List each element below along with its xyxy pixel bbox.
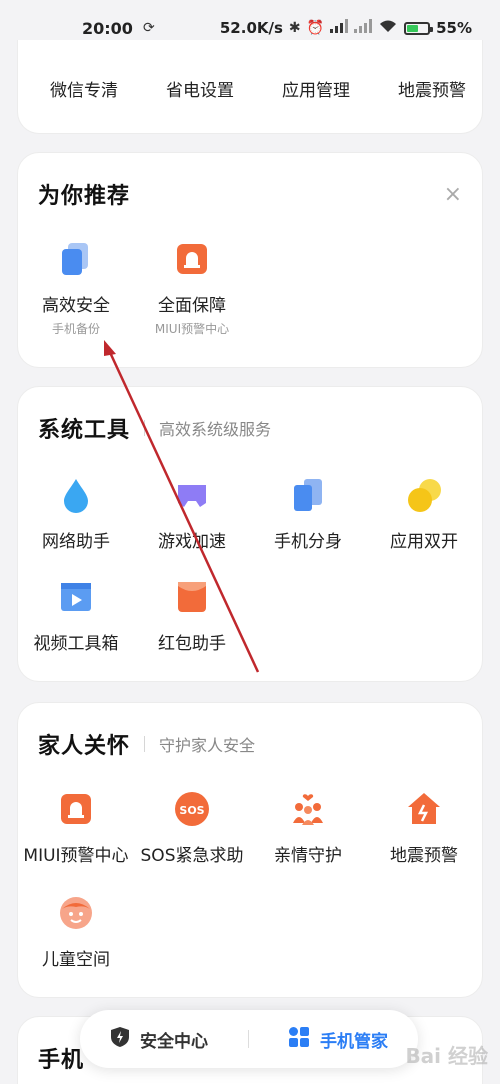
recommend-alert-center[interactable]: 全面保障 MIUI预警中心 — [134, 241, 250, 337]
gamepad-icon — [174, 477, 210, 513]
family-care-card: 家人关怀 守护家人安全 MIUI预警中心 SOS SOS紧急求助 亲情守护 地震… — [17, 702, 483, 998]
dual-apps-icon — [406, 477, 442, 513]
signal-icon-1 — [330, 19, 349, 37]
tool-network[interactable]: 网络助手 — [18, 477, 134, 552]
video-icon — [58, 579, 94, 615]
tool-red-packet-label: 红包助手 — [158, 634, 226, 654]
tool-network-label: 网络助手 — [42, 532, 110, 552]
clock: 20:00 — [82, 18, 133, 38]
quick-tool-apps[interactable]: 应用管理 — [258, 76, 374, 101]
sync-icon: ⟳ — [142, 20, 155, 36]
clone-icon — [290, 477, 326, 513]
recommend-title: 为你推荐 — [38, 184, 131, 209]
earthquake-icon — [406, 791, 442, 827]
alert-center-icon — [174, 241, 210, 277]
tool-clone-label: 手机分身 — [274, 532, 342, 552]
quick-tool-weixin[interactable]: 微信专清 — [26, 76, 142, 101]
bottom-nav: 安全中心 手机管家 — [80, 1010, 418, 1068]
family-earthquake-label: 地震预警 — [390, 846, 458, 866]
recommend-card: 为你推荐 × 高效安全 手机备份 全面保障 MIUI预警中心 — [17, 152, 483, 368]
close-icon[interactable]: × — [444, 182, 462, 207]
family-kids-space[interactable]: 儿童空间 — [18, 895, 134, 970]
recommend-backup-label: 高效安全 — [42, 296, 110, 316]
water-drop-icon — [58, 477, 94, 513]
phone-card-title: 手机 — [38, 1048, 85, 1073]
backup-icon — [58, 241, 94, 277]
recommend-alert-label: 全面保障 — [158, 296, 226, 316]
family-icon — [290, 791, 326, 827]
family-sos[interactable]: SOS SOS紧急求助 — [134, 791, 250, 866]
battery-percent: 55% — [436, 19, 472, 37]
tool-game-boost[interactable]: 游戏加速 — [134, 477, 250, 552]
recommend-alert-sub: MIUI预警中心 — [154, 322, 230, 336]
quick-tool-quake[interactable]: 地震预警 — [374, 76, 490, 101]
family-alert-center[interactable]: MIUI预警中心 — [18, 791, 134, 866]
family-guard-label: 亲情守护 — [274, 846, 342, 866]
system-tools-subtitle: 高效系统级服务 — [159, 420, 272, 439]
tool-dual-apps[interactable]: 应用双开 — [366, 477, 482, 552]
signal-icon-2 — [354, 19, 373, 37]
recommend-backup[interactable]: 高效安全 手机备份 — [18, 241, 134, 337]
system-tools-card: 系统工具 高效系统级服务 网络助手 游戏加速 手机分身 应用双开 视频工具箱 红… — [17, 386, 483, 682]
alarm-icon: ⏰ — [306, 20, 325, 36]
family-title: 家人关怀 — [38, 734, 131, 759]
family-sos-label: SOS紧急求助 — [140, 846, 244, 866]
system-tools-title: 系统工具 — [38, 418, 131, 443]
nav-security-center[interactable]: 安全中心 — [110, 1026, 208, 1053]
bluetooth-icon: ✱ — [288, 20, 301, 36]
shield-icon — [110, 1026, 130, 1053]
system-tools-header: 系统工具 高效系统级服务 — [18, 387, 482, 447]
quick-tool-power[interactable]: 省电设置 — [142, 76, 258, 101]
recommend-header: 为你推荐 × — [18, 153, 482, 213]
alert-center-icon — [58, 791, 94, 827]
watermark: Bai 经验 — [405, 1044, 488, 1068]
tool-clone[interactable]: 手机分身 — [250, 477, 366, 552]
family-guard[interactable]: 亲情守护 — [250, 791, 366, 866]
tool-game-label: 游戏加速 — [158, 532, 226, 552]
sos-icon-text: SOS — [179, 804, 204, 817]
family-header: 家人关怀 守护家人安全 — [18, 703, 482, 763]
family-subtitle: 守护家人安全 — [159, 736, 256, 755]
wifi-icon — [378, 19, 398, 37]
family-kids-label: 儿童空间 — [42, 950, 110, 970]
nav-divider — [247, 1030, 249, 1048]
tool-video-box[interactable]: 视频工具箱 — [18, 579, 134, 654]
family-alert-label: MIUI预警中心 — [23, 846, 129, 866]
tool-red-packet[interactable]: 红包助手 — [134, 579, 250, 654]
battery-fill — [407, 24, 419, 32]
nav-security-label: 安全中心 — [140, 1031, 208, 1052]
nav-phone-manager-label: 手机管家 — [320, 1031, 388, 1052]
red-packet-icon — [174, 579, 210, 615]
divider — [144, 736, 146, 752]
network-speed: 52.0K/s — [219, 19, 283, 37]
recommend-backup-sub: 手机备份 — [51, 322, 100, 336]
tool-video-label: 视频工具箱 — [33, 634, 119, 654]
tool-dual-label: 应用双开 — [390, 532, 458, 552]
nav-phone-manager[interactable]: 手机管家 — [288, 1026, 388, 1053]
sos-icon: SOS — [174, 791, 210, 827]
family-earthquake[interactable]: 地震预警 — [366, 791, 482, 866]
quick-tools-card: 微信专清 省电设置 应用管理 地震预警 — [17, 40, 483, 134]
battery-icon — [404, 21, 434, 35]
divider — [144, 420, 146, 436]
child-face-icon — [58, 895, 94, 931]
grid-icon — [288, 1026, 310, 1053]
